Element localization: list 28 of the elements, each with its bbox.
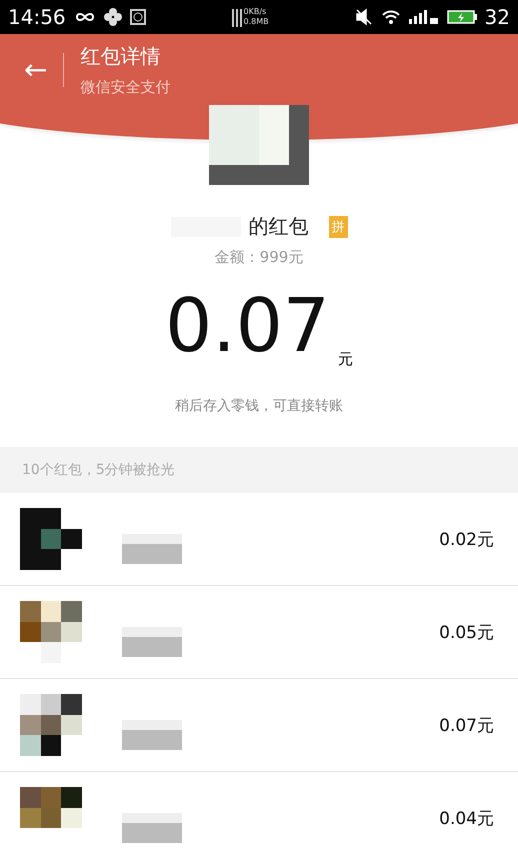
recipient-amount: 0.05元 (439, 622, 494, 644)
clover-icon (104, 8, 122, 26)
page-subtitle: 微信安全支付 (80, 78, 170, 96)
pixelated-avatar (20, 694, 82, 756)
wifi-icon (380, 9, 401, 25)
amount-unit: 元 (338, 350, 353, 369)
pixelated-avatar (20, 601, 82, 663)
received-amount: 0.07 (165, 289, 330, 363)
cell-signal-icon (408, 9, 439, 25)
mute-icon (354, 8, 373, 26)
recipient-amount: 0.02元 (439, 528, 494, 550)
back-button[interactable]: ← (18, 53, 54, 86)
recipient-amount: 0.07元 (439, 714, 494, 736)
recipient-amount: 0.04元 (439, 808, 494, 830)
data-used: 0.8MB (244, 17, 269, 27)
sender-label: 的红包 (248, 213, 308, 240)
deposit-note: 稍后存入零钱，可直接转账 (175, 397, 343, 415)
signal-bars-icon (232, 7, 242, 27)
battery-percent: 32 (484, 5, 510, 29)
status-time: 14:56 (8, 5, 66, 29)
group-badge: 拼 (328, 216, 348, 238)
summary-text: 10个红包，5分钟被抢光 (22, 461, 175, 479)
total-amount: 金额：999元 (214, 248, 304, 267)
battery-icon (446, 9, 477, 25)
net-speed: 0KB/s (244, 7, 268, 17)
pixelated-avatar (20, 508, 82, 570)
infinity-icon (74, 10, 96, 24)
page-title: 红包详情 (80, 42, 162, 70)
